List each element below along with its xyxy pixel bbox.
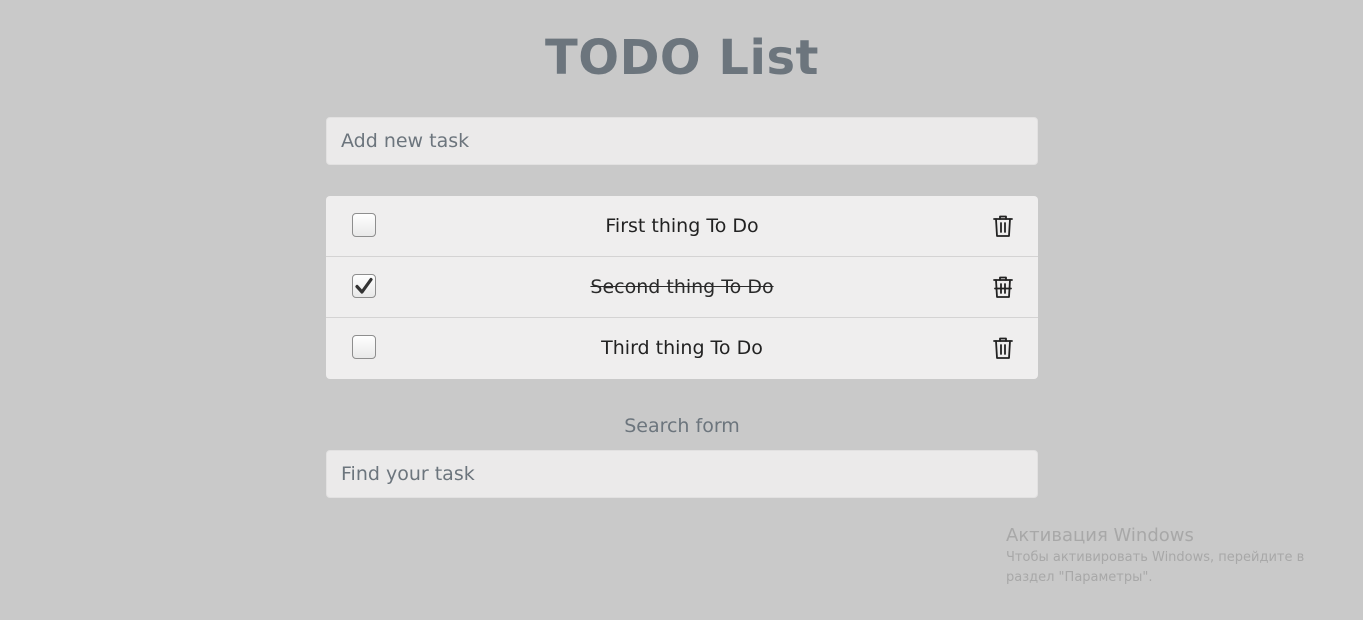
add-task-input[interactable]: [326, 117, 1038, 165]
trash-icon[interactable]: [992, 275, 1014, 299]
activation-line-2: раздел "Параметры".: [1006, 570, 1153, 585]
page-title: TODO List: [545, 30, 819, 86]
activation-title: Активация Windows: [1006, 525, 1194, 546]
windows-activation-watermark: Активация Windows Чтобы активировать Win…: [1006, 524, 1346, 588]
list-item: Second thing To Do: [326, 257, 1038, 318]
task-checkbox[interactable]: [352, 213, 376, 237]
todo-app: TODO List First thing To Do: [326, 0, 1038, 498]
search-form-label: Search form: [624, 415, 740, 437]
search-input[interactable]: [326, 450, 1038, 498]
task-label: Third thing To Do: [601, 337, 763, 359]
list-item: Third thing To Do: [326, 318, 1038, 379]
task-list: First thing To Do Second thing To Do Thi…: [326, 196, 1038, 379]
list-item: First thing To Do: [326, 196, 1038, 257]
task-checkbox[interactable]: [352, 274, 376, 298]
task-checkbox[interactable]: [352, 335, 376, 359]
trash-icon[interactable]: [992, 336, 1014, 360]
task-label: Second thing To Do: [590, 276, 774, 298]
check-icon: [355, 277, 373, 294]
trash-icon[interactable]: [992, 214, 1014, 238]
activation-line-1: Чтобы активировать Windows, перейдите в: [1006, 550, 1305, 565]
task-label: First thing To Do: [605, 215, 759, 237]
